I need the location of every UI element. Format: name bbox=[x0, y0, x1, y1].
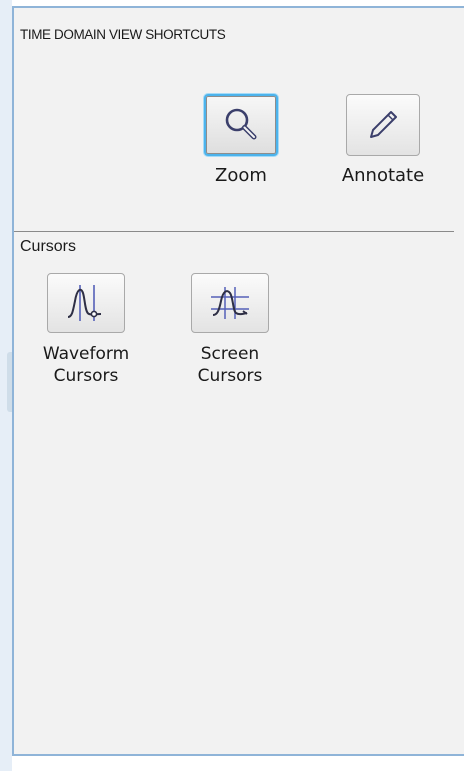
shortcuts-window: TIME DOMAIN VIEW SHORTCUTS Zoom Annotate… bbox=[0, 0, 464, 771]
zoom-button[interactable] bbox=[204, 94, 278, 156]
cursors-section-label: Cursors bbox=[20, 238, 77, 255]
magnifier-icon bbox=[225, 108, 257, 140]
waveform-cursors-icon bbox=[67, 285, 102, 321]
screen-cursors-tool: Screen Cursors bbox=[175, 273, 285, 387]
waveform-cursors-tool: Waveform Cursors bbox=[31, 273, 141, 387]
annotate-label: Annotate bbox=[341, 165, 425, 186]
zoom-label: Zoom bbox=[215, 165, 267, 186]
zoom-tool: Zoom bbox=[186, 94, 296, 187]
screen-cursors-label: Screen Cursors bbox=[197, 344, 263, 386]
screen-cursors-icon bbox=[211, 287, 249, 319]
panel-title: TIME DOMAIN VIEW SHORTCUTS bbox=[20, 27, 226, 42]
waveform-cursors-button[interactable] bbox=[47, 273, 125, 333]
waveform-cursors-label: Waveform Cursors bbox=[42, 344, 130, 386]
annotate-button[interactable] bbox=[346, 94, 420, 156]
section-divider bbox=[14, 231, 454, 232]
screen-cursors-button[interactable] bbox=[191, 273, 269, 333]
pencil-icon bbox=[370, 111, 397, 138]
annotate-tool: Annotate bbox=[328, 94, 438, 187]
